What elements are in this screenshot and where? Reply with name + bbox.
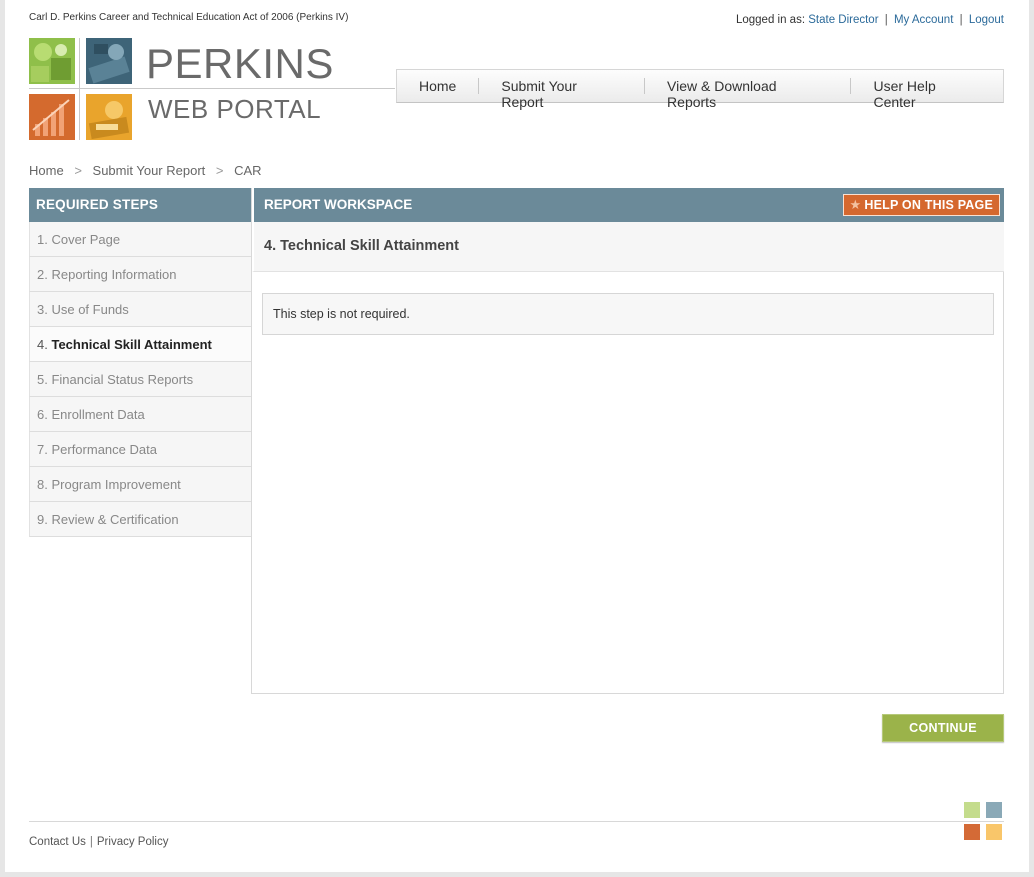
my-account-link[interactable]: My Account xyxy=(894,14,953,26)
logo-tile-keyboard-image xyxy=(86,38,132,84)
logo-title: PERKINS xyxy=(146,40,334,87)
nav-user-help-center[interactable]: User Help Center xyxy=(850,78,1003,110)
user-role-link[interactable]: State Director xyxy=(808,14,878,26)
star-icon: ★ xyxy=(849,197,862,212)
main-nav: Home Submit Your Report View & Download … xyxy=(396,69,1004,110)
breadcrumb-home[interactable]: Home xyxy=(29,163,64,178)
step-label: Review & Certification xyxy=(51,512,179,527)
step-number: 6. xyxy=(37,407,48,422)
logo-divider-vertical xyxy=(79,38,80,140)
step-title-bar: 4. Technical Skill Attainment xyxy=(252,222,1004,272)
step-label: Use of Funds xyxy=(51,302,129,317)
nav-home[interactable]: Home xyxy=(397,78,478,94)
breadcrumb-separator: > xyxy=(215,163,224,178)
step-program-improvement[interactable]: 8. Program Improvement xyxy=(29,467,251,502)
breadcrumb-current: CAR xyxy=(234,163,262,178)
footer-square-orange xyxy=(964,824,980,840)
footer-square-green xyxy=(964,802,980,818)
step-label: Enrollment Data xyxy=(51,407,145,422)
help-button-label: HELP ON THIS PAGE xyxy=(864,198,993,212)
separator: | xyxy=(959,14,963,26)
nav-view-download-reports[interactable]: View & Download Reports xyxy=(644,78,850,110)
step-reporting-information[interactable]: 2. Reporting Information xyxy=(29,257,251,292)
report-workspace: REPORT WORKSPACE ★ HELP ON THIS PAGE 4. T… xyxy=(251,188,1004,694)
required-steps-heading: REQUIRED STEPS xyxy=(29,188,251,222)
continue-button[interactable]: CONTINUE xyxy=(882,714,1004,742)
logout-link[interactable]: Logout xyxy=(969,14,1004,26)
logo-divider-horizontal xyxy=(29,88,395,89)
step-label: Financial Status Reports xyxy=(51,372,194,387)
step-performance-data[interactable]: 7. Performance Data xyxy=(29,432,251,467)
report-workspace-title: REPORT WORKSPACE xyxy=(264,197,413,212)
step-cover-page[interactable]: 1. Cover Page xyxy=(29,222,251,257)
logo-tile-student-writing-image xyxy=(86,94,132,140)
footer-square-blue xyxy=(986,802,1002,818)
step-number: 4. xyxy=(37,337,48,352)
step-use-of-funds[interactable]: 3. Use of Funds xyxy=(29,292,251,327)
privacy-policy-link[interactable]: Privacy Policy xyxy=(97,836,169,848)
login-bar: Logged in as: State Director | My Accoun… xyxy=(736,14,1004,26)
page: Carl D. Perkins Career and Technical Edu… xyxy=(5,0,1029,872)
act-title: Carl D. Perkins Career and Technical Edu… xyxy=(29,12,349,23)
step-title: 4. Technical Skill Attainment xyxy=(264,238,459,254)
help-on-this-page-button[interactable]: ★ HELP ON THIS PAGE xyxy=(843,194,1000,216)
step-financial-status-reports[interactable]: 5. Financial Status Reports xyxy=(29,362,251,397)
separator: | xyxy=(884,14,888,26)
step-label: Reporting Information xyxy=(51,267,177,282)
step-review-certification[interactable]: 9. Review & Certification xyxy=(29,502,251,537)
required-steps-panel: REQUIRED STEPS 1. Cover Page 2. Reportin… xyxy=(29,188,251,537)
breadcrumb-submit-your-report[interactable]: Submit Your Report xyxy=(93,163,206,178)
footer-links: Contact Us | Privacy Policy xyxy=(29,836,168,848)
contact-us-link[interactable]: Contact Us xyxy=(29,836,86,848)
step-number: 1. xyxy=(37,232,48,247)
step-label: Cover Page xyxy=(51,232,121,247)
step-number: 3. xyxy=(37,302,48,317)
logo-tile-chart-image xyxy=(29,94,75,140)
breadcrumb: Home > Submit Your Report > CAR xyxy=(29,163,262,178)
logged-in-label: Logged in as: xyxy=(735,14,806,26)
step-enrollment-data[interactable]: 6. Enrollment Data xyxy=(29,397,251,432)
step-label: Program Improvement xyxy=(51,477,181,492)
step-number: 2. xyxy=(37,267,48,282)
step-label: Performance Data xyxy=(51,442,157,457)
report-workspace-heading: REPORT WORKSPACE ★ HELP ON THIS PAGE xyxy=(252,188,1004,222)
step-label: Technical Skill Attainment xyxy=(51,337,212,352)
perkins-logo[interactable]: PERKINS WEB PORTAL xyxy=(29,38,399,140)
logo-tile-students-image xyxy=(29,38,75,84)
step-number: 5. xyxy=(37,372,48,387)
step-number: 8. xyxy=(37,477,48,492)
step-not-required-message: This step is not required. xyxy=(262,293,994,335)
nav-submit-your-report[interactable]: Submit Your Report xyxy=(478,78,644,110)
separator: | xyxy=(89,836,93,848)
footer-square-yellow xyxy=(986,824,1002,840)
breadcrumb-separator: > xyxy=(74,163,82,178)
step-number: 7. xyxy=(37,442,48,457)
step-technical-skill-attainment[interactable]: 4. Technical Skill Attainment xyxy=(29,327,251,362)
footer-divider xyxy=(29,821,1004,822)
logo-subtitle: WEB PORTAL xyxy=(148,94,322,124)
step-number: 9. xyxy=(37,512,48,527)
